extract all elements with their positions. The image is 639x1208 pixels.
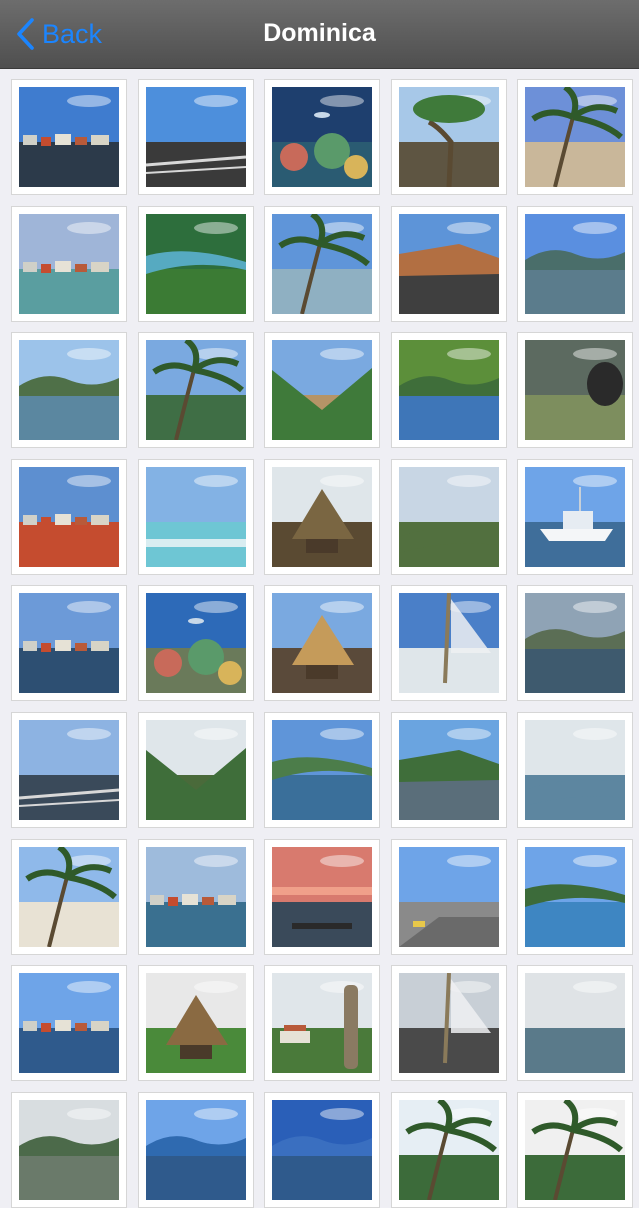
photo-thumbnail[interactable] (264, 965, 380, 1082)
page-title: Dominica (263, 19, 376, 47)
photo-thumbnail[interactable] (11, 332, 127, 449)
photo-thumbnail[interactable] (137, 205, 254, 322)
photo-thumbnail[interactable] (390, 965, 507, 1082)
photo-thumbnail[interactable] (390, 1091, 507, 1208)
photo-thumbnail[interactable] (137, 458, 254, 575)
photo-thumbnail[interactable] (137, 585, 254, 702)
photo-lagoon (525, 719, 625, 820)
photo-thumbnail[interactable] (11, 711, 127, 828)
photo-resort-bay (19, 213, 119, 314)
photo-thumbnail[interactable] (11, 965, 127, 1082)
photo-beach-bar (272, 593, 372, 694)
photo-thumbnail[interactable] (517, 585, 633, 702)
photo-calm-bay (525, 213, 625, 314)
photo-palm-grove (398, 1099, 499, 1200)
photo-diver-rock (525, 340, 625, 441)
photo-palm-silhouette (525, 1099, 625, 1200)
photo-leaning-palm (272, 213, 372, 314)
photo-harbor-town (19, 87, 119, 187)
photo-deep-sky (272, 1099, 372, 1200)
photo-waterfront-town (19, 593, 119, 694)
photo-green-cove (145, 213, 246, 314)
photo-palm-beach (525, 87, 625, 187)
photo-market-harbor (19, 466, 119, 567)
photo-river-valley (398, 466, 499, 567)
photo-red-cliff (398, 213, 499, 314)
photo-thumbnail[interactable] (11, 838, 127, 955)
photo-mountain-bay (19, 340, 119, 441)
photo-ship-rail (19, 719, 119, 820)
photo-thumbnail[interactable] (264, 79, 380, 195)
photo-tree-beach (398, 87, 499, 187)
photo-thumbnail[interactable] (137, 838, 254, 955)
navigation-bar: Back Dominica (0, 0, 639, 69)
photo-thumbnail[interactable] (264, 205, 380, 322)
photo-thumbnail[interactable] (517, 332, 633, 449)
photo-gazebo (145, 973, 246, 1074)
photo-thumbnail[interactable] (517, 79, 633, 195)
photo-thumbnail[interactable] (11, 458, 127, 575)
photo-peninsula (525, 846, 625, 947)
photo-coral-reef (272, 87, 372, 187)
photo-sailboat-mast (398, 973, 499, 1074)
photo-coast-town (272, 719, 372, 820)
photo-thumbnail[interactable] (390, 585, 507, 702)
photo-thumbnail[interactable] (517, 1091, 633, 1208)
photo-sunset (272, 846, 372, 947)
photo-thumbnail[interactable] (11, 79, 127, 195)
photo-thumbnail[interactable] (390, 332, 507, 449)
photo-grid (11, 79, 633, 1208)
photo-thumbnail[interactable] (264, 458, 380, 575)
photo-thumbnail[interactable] (137, 332, 254, 449)
photo-valley-road (272, 340, 372, 441)
photo-pier-town (145, 846, 246, 947)
photo-thumbnail[interactable] (11, 585, 127, 702)
photo-misty-hills (19, 1099, 119, 1200)
photo-rocky-shore (398, 719, 499, 820)
photo-thumbnail[interactable] (517, 965, 633, 1082)
photo-thumbnail[interactable] (517, 458, 633, 575)
photo-thumbnail[interactable] (264, 838, 380, 955)
photo-thumbnail[interactable] (137, 1091, 254, 1208)
photo-palm-sand (19, 846, 119, 947)
photo-reef-diver (145, 593, 246, 694)
photo-thumbnail[interactable] (264, 585, 380, 702)
photo-sailing-deck (398, 593, 499, 694)
photo-harbor-village (19, 973, 119, 1074)
photo-thumbnail[interactable] (390, 79, 507, 195)
photo-thumbnail[interactable] (390, 458, 507, 575)
photo-thumbnail[interactable] (517, 205, 633, 322)
photo-thumbnail[interactable] (264, 1091, 380, 1208)
photo-thatched-hut (272, 466, 372, 567)
photo-thumbnail[interactable] (137, 79, 254, 195)
photo-coastal-rail (145, 87, 246, 187)
photo-thumbnail[interactable] (390, 711, 507, 828)
photo-surf-beach (145, 466, 246, 567)
photo-marina-hills (398, 340, 499, 441)
photo-thumbnail[interactable] (264, 711, 380, 828)
photo-coastal-road (398, 846, 499, 947)
photo-palm-fronds (145, 340, 246, 441)
photo-blue-sea (145, 1099, 246, 1200)
photo-thumbnail[interactable] (11, 1091, 127, 1208)
photo-cliff-trees (145, 719, 246, 820)
photo-thumbnail[interactable] (264, 332, 380, 449)
photo-rainbow-harbor (525, 593, 625, 694)
photo-carved-pole (272, 973, 372, 1074)
photo-thumbnail[interactable] (11, 205, 127, 322)
photo-thumbnail[interactable] (390, 838, 507, 955)
photo-thumbnail[interactable] (517, 838, 633, 955)
photo-thumbnail[interactable] (517, 711, 633, 828)
photo-thumbnail[interactable] (390, 205, 507, 322)
photo-inland-lake (525, 973, 625, 1074)
photo-thumbnail[interactable] (137, 965, 254, 1082)
photo-thumbnail[interactable] (137, 711, 254, 828)
photo-yacht (525, 466, 625, 567)
